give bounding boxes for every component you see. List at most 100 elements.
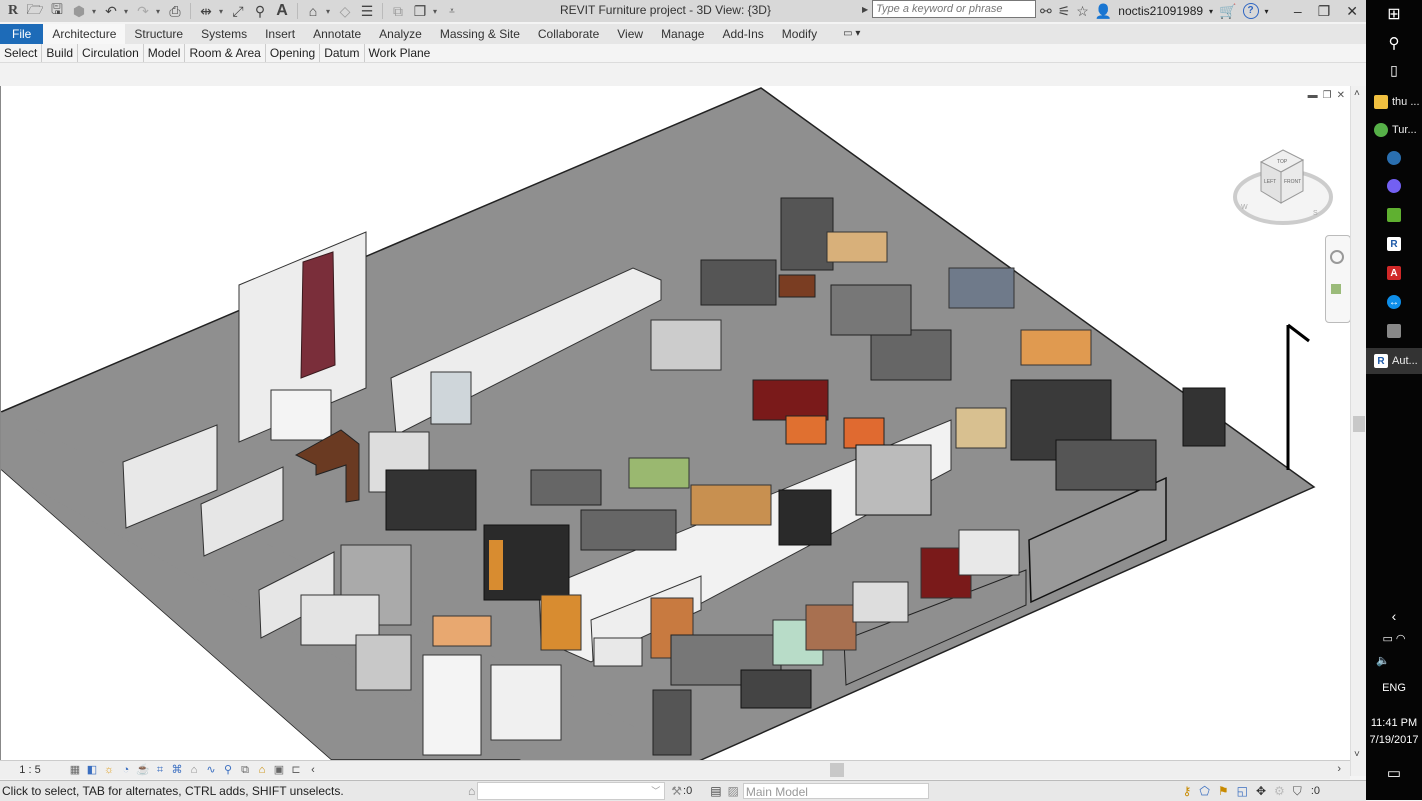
sync-icon[interactable]: ⬢ — [70, 2, 88, 20]
steering-wheel-icon[interactable] — [1330, 250, 1344, 264]
select-pinned-icon[interactable]: ⚑ — [1218, 784, 1229, 798]
add-to-set-icon[interactable]: ▨ — [728, 784, 739, 798]
taskbar-item-steam[interactable] — [1366, 145, 1422, 171]
drag-on-selection-icon[interactable]: ✥ — [1256, 784, 1266, 798]
design-options-icon[interactable]: ▤ — [710, 784, 721, 798]
taskbar-item-autocad[interactable]: A — [1366, 260, 1422, 286]
workset-dropdown-icon[interactable]: ﹀ — [651, 784, 660, 797]
redo-icon[interactable]: ↷ — [134, 2, 152, 20]
undo-dropdown-icon[interactable]: ▾ — [124, 7, 130, 16]
close-button[interactable]: ✕ — [1346, 3, 1358, 20]
scroll-up-icon[interactable]: ˄ — [1354, 88, 1360, 99]
tab-view[interactable]: View — [608, 24, 652, 44]
clock-date[interactable]: 7/19/2017 — [1366, 734, 1422, 746]
task-view-icon[interactable]: ▯ — [1366, 62, 1422, 79]
sync-dropdown-icon[interactable]: ▾ — [92, 7, 98, 16]
panel-room-area[interactable]: Room & Area — [185, 44, 266, 62]
taskbar-item-snipping[interactable] — [1366, 318, 1422, 344]
worksets-icon[interactable]: ⌂ — [468, 784, 475, 798]
select-links-icon[interactable]: ⚷ — [1183, 784, 1192, 798]
panel-build[interactable]: Build — [42, 44, 79, 62]
horizontal-scrollbar[interactable]: › — [340, 761, 1345, 779]
zoom-region-icon[interactable] — [1331, 284, 1341, 294]
visual-style-icon[interactable]: ◧ — [85, 764, 99, 776]
save-icon[interactable]: 🖫 — [48, 1, 66, 20]
thin-lines-icon[interactable]: ☰ — [358, 2, 376, 20]
minimize-button[interactable]: ‒ — [1294, 3, 1302, 19]
clock-time[interactable]: 11:41 PM — [1366, 717, 1422, 729]
search-icon[interactable]: ⚲ — [1366, 34, 1422, 52]
panel-circulation[interactable]: Circulation — [78, 44, 144, 62]
detail-level-icon[interactable]: ▦ — [68, 764, 82, 776]
temporary-hide-icon[interactable]: ∿ — [204, 764, 218, 776]
autodesk-app-store-cart-icon[interactable]: 🛒 — [1219, 3, 1236, 20]
tab-insert[interactable]: Insert — [256, 24, 304, 44]
customize-qat-icon[interactable]: ⩡ — [443, 2, 461, 20]
show-crop-icon[interactable]: ⌘ — [170, 764, 184, 776]
taskbar-item-turbo[interactable]: Tur... — [1366, 117, 1422, 143]
language-indicator[interactable]: ENG — [1366, 682, 1422, 694]
battery-wifi-icons[interactable]: ▭ ◠ — [1366, 632, 1422, 645]
crop-view-icon[interactable]: ⌗ — [153, 764, 167, 776]
vertical-scroll-thumb[interactable] — [1353, 416, 1365, 432]
viewcube[interactable]: TOP LEFT FRONT W S — [1233, 145, 1333, 230]
open-icon[interactable]: 🗁 — [26, 1, 44, 20]
help-icon[interactable]: ? — [1242, 3, 1259, 19]
collapse-vcb-icon[interactable]: ‹ — [306, 764, 320, 776]
binoculars-search-icon[interactable]: ⚯ — [1040, 3, 1052, 20]
taskbar-item-autodesk-revit[interactable]: R Aut... — [1366, 348, 1422, 374]
shadows-icon[interactable]: ◔ — [119, 764, 133, 776]
tab-analyze[interactable]: Analyze — [370, 24, 431, 44]
filter-icon[interactable]: ⛉ — [1293, 784, 1302, 799]
undo-icon[interactable]: ↶ — [102, 2, 120, 20]
select-by-face-icon[interactable]: ◱ — [1237, 784, 1248, 798]
unlock-3d-icon[interactable]: ⌂ — [187, 764, 201, 776]
show-hidden-icons-icon[interactable]: ‹ — [1366, 608, 1422, 624]
expand-search-icon[interactable]: ▶ — [862, 5, 868, 14]
tab-modify[interactable]: Modify — [773, 24, 826, 44]
panel-select[interactable]: Select — [0, 44, 43, 62]
view-restore-icon[interactable]: ❐ — [1323, 90, 1332, 101]
section-icon[interactable]: ◇ — [336, 2, 354, 20]
switch-windows-dropdown-icon[interactable]: ▾ — [433, 7, 439, 16]
tab-add-ins[interactable]: Add-Ins — [713, 24, 772, 44]
taskbar-item-teamviewer[interactable]: ↔ — [1366, 289, 1422, 315]
3d-scene[interactable] — [1, 86, 1351, 760]
aligned-dimension-icon[interactable]: ⤢ — [229, 2, 247, 20]
scroll-down-icon[interactable]: ˅ — [1354, 749, 1360, 760]
taskbar-item-notepad[interactable] — [1366, 202, 1422, 228]
background-processes-icon[interactable]: ⚙ — [1274, 784, 1285, 798]
view-minimize-icon[interactable]: ▬ — [1308, 90, 1318, 101]
tab-manage[interactable]: Manage — [652, 24, 713, 44]
reveal-hidden-icon[interactable]: ⚲ — [221, 764, 235, 776]
switch-windows-icon[interactable]: ❐ — [411, 2, 429, 20]
taskbar-item-viber[interactable] — [1366, 173, 1422, 199]
tab-systems[interactable]: Systems — [192, 24, 256, 44]
highlight-displacement-icon[interactable]: ⊏ — [289, 764, 303, 776]
favorites-star-icon[interactable]: ☆ — [1076, 3, 1089, 20]
revit-logo-icon[interactable]: R — [4, 2, 22, 20]
volume-icon[interactable]: 🔈 — [1366, 654, 1422, 667]
active-workset-combo[interactable]: ﹀ — [477, 782, 666, 800]
3d-viewport[interactable]: ▬ ❐ ✕ — [0, 86, 1351, 760]
scroll-right-icon[interactable]: › — [1337, 763, 1341, 775]
taskbar-item-folder[interactable]: thu ... — [1366, 89, 1422, 115]
restore-button[interactable]: ❐ — [1318, 3, 1331, 20]
ribbon-minimize-toggle-icon[interactable]: ▭ ▾ — [834, 24, 869, 44]
3d-view-dropdown-icon[interactable]: ▾ — [326, 7, 332, 16]
sun-path-icon[interactable]: ☼ — [102, 764, 116, 776]
tab-massing-site[interactable]: Massing & Site — [431, 24, 529, 44]
action-center-icon[interactable]: ▭ — [1366, 764, 1422, 782]
tab-file[interactable]: File — [0, 24, 44, 44]
measure-icon[interactable]: ⇹ — [197, 2, 215, 20]
view-scale[interactable]: 1 : 5 — [0, 764, 60, 776]
panel-model[interactable]: Model — [144, 44, 186, 62]
redo-dropdown-icon[interactable]: ▾ — [156, 7, 162, 16]
horizontal-scroll-thumb[interactable] — [830, 763, 844, 777]
select-underlay-icon[interactable]: ⬠ — [1199, 784, 1209, 798]
tab-structure[interactable]: Structure — [125, 24, 192, 44]
tab-annotate[interactable]: Annotate — [304, 24, 370, 44]
text-icon[interactable]: A — [273, 2, 291, 20]
default-3d-view-icon[interactable]: ⌂ — [304, 2, 322, 20]
subscription-center-icon[interactable]: ⚟ — [1058, 3, 1071, 20]
